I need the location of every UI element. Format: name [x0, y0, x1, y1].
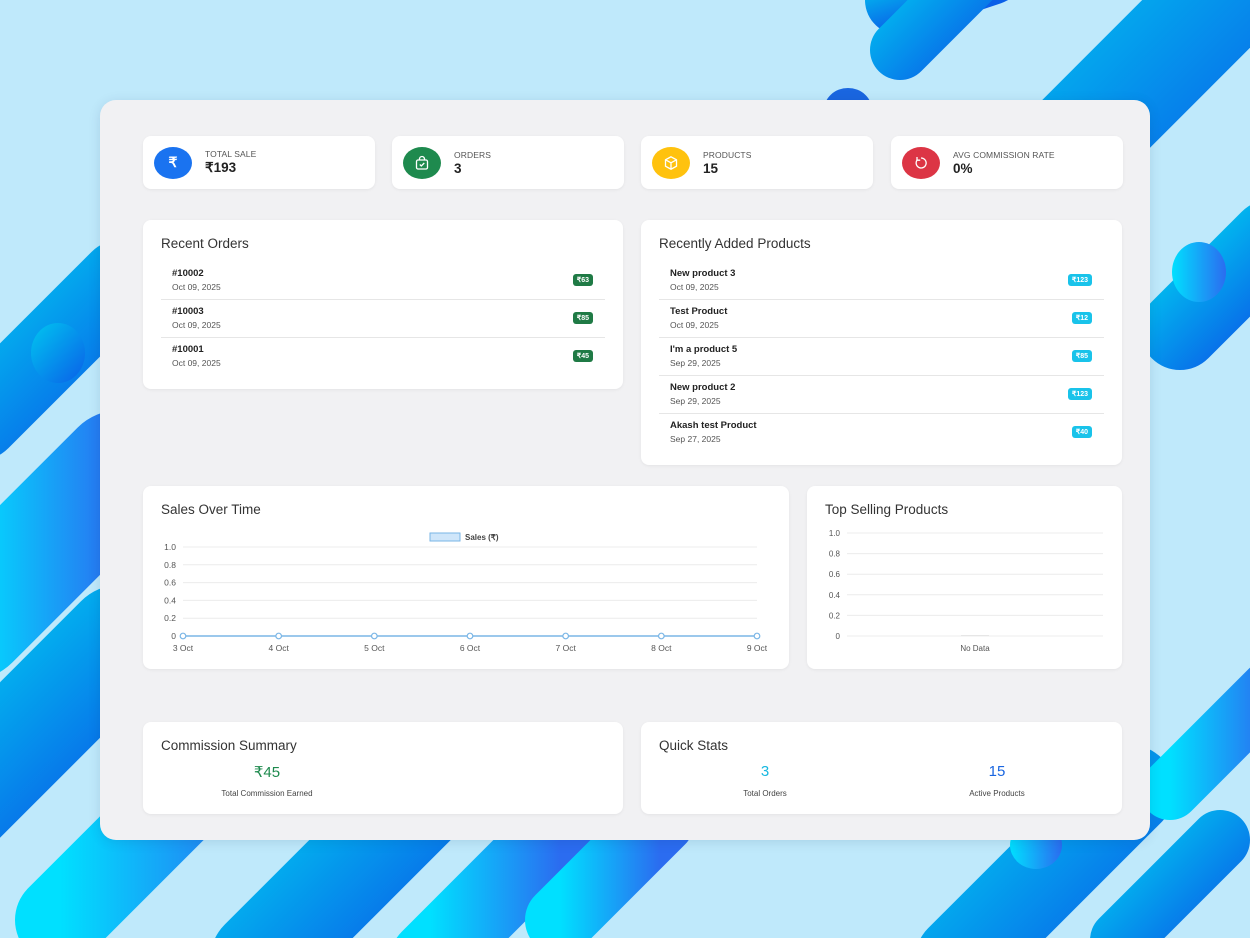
stat-card-total-sale: ₹ TOTAL SALE ₹193 [143, 136, 375, 189]
product-row[interactable]: Test Product Oct 09, 2025 ₹12 [659, 300, 1104, 338]
top-selling-card: Top Selling Products 0 0.2 0.4 0.6 0.8 1.0 No… [807, 486, 1122, 669]
y-tick-label: 0 [171, 631, 176, 641]
data-point [657, 632, 665, 640]
recent-orders-card: Recent Orders #10002 Oct 09, 2025 ₹63 #1… [143, 220, 623, 389]
card-title: Recently Added Products [659, 236, 811, 251]
rupee-icon: ₹ [154, 146, 192, 179]
x-tick-label: No Data [960, 644, 990, 653]
y-tick-label: 0 [836, 632, 841, 641]
x-tick-label: 3 Oct [173, 643, 194, 653]
refresh-icon [902, 146, 940, 179]
product-date: Sep 29, 2025 [670, 358, 721, 368]
data-point [466, 632, 474, 640]
stat-card-products: PRODUCTS 15 [641, 136, 873, 189]
product-name: New product 3 [670, 268, 736, 279]
recent-orders-list: #10002 Oct 09, 2025 ₹63 #10003 Oct 09, 2… [161, 262, 605, 376]
recent-products-card: Recently Added Products New product 3 Oc… [641, 220, 1122, 465]
total-orders-label: Total Orders [743, 789, 787, 798]
order-id: #10002 [172, 268, 204, 279]
product-price-badge: ₹123 [1067, 274, 1092, 286]
order-amount-badge: ₹45 [572, 350, 593, 362]
order-row[interactable]: #10003 Oct 09, 2025 ₹85 [161, 300, 605, 338]
x-tick-label: 4 Oct [269, 643, 290, 653]
stat-label: PRODUCTS [703, 149, 752, 160]
product-name: I'm a product 5 [670, 344, 738, 355]
order-row[interactable]: #10001 Oct 09, 2025 ₹45 [161, 338, 605, 376]
x-tick-label: 8 Oct [651, 643, 672, 653]
order-row[interactable]: #10002 Oct 09, 2025 ₹63 [161, 262, 605, 300]
product-name: New product 2 [670, 382, 736, 393]
order-date: Oct 09, 2025 [172, 320, 221, 330]
y-tick-label: 0.2 [829, 611, 841, 620]
product-row[interactable]: I'm a product 5 Sep 29, 2025 ₹85 [659, 338, 1104, 376]
data-point [370, 632, 378, 640]
data-point [275, 632, 283, 640]
stat-value: 15 [703, 160, 719, 176]
stat-label: TOTAL SALE [205, 149, 257, 159]
order-id: #10001 [172, 344, 204, 355]
stat-value: 0% [953, 160, 973, 176]
card-title: Recent Orders [161, 236, 249, 251]
product-price-badge: ₹12 [1071, 312, 1092, 324]
y-tick-label: 0.2 [164, 613, 176, 623]
y-tick-label: 0.8 [164, 560, 176, 570]
data-point [753, 632, 761, 640]
bar [961, 635, 989, 636]
y-tick-label: 0.8 [829, 550, 841, 559]
product-price-badge: ₹40 [1071, 426, 1092, 438]
quick-stats-card: Quick Stats 3 Total Orders 15 Active Pro… [641, 722, 1122, 814]
legend-swatch [429, 532, 461, 542]
card-title: Commission Summary [161, 738, 297, 753]
product-name: Akash test Product [670, 420, 757, 431]
stat-label: ORDERS [454, 149, 491, 160]
commission-summary-card: Commission Summary ₹45 Total Commission … [143, 722, 623, 814]
shopping-bag-icon [403, 146, 441, 179]
y-tick-label: 0.6 [829, 570, 841, 579]
stat-value: 3 [454, 160, 462, 176]
product-date: Oct 09, 2025 [670, 320, 719, 330]
active-products-label: Active Products [969, 789, 1025, 798]
product-date: Oct 09, 2025 [670, 282, 719, 292]
y-tick-label: 0.4 [164, 595, 176, 605]
product-row[interactable]: Akash test Product Sep 27, 2025 ₹40 [659, 414, 1104, 452]
order-id: #10003 [172, 306, 204, 317]
x-tick-label: 5 Oct [364, 643, 385, 653]
y-tick-label: 0.4 [829, 591, 841, 600]
product-price-badge: ₹85 [1071, 350, 1092, 362]
x-tick-label: 9 Oct [747, 643, 768, 653]
stat-value: ₹193 [205, 160, 237, 175]
dashboard-panel: ₹ TOTAL SALE ₹193 ORDERS 3 PRODUCTS 15 A… [100, 100, 1150, 840]
card-title: Quick Stats [659, 738, 729, 753]
product-date: Sep 27, 2025 [670, 434, 721, 444]
x-tick-label: 7 Oct [556, 643, 577, 653]
order-date: Oct 09, 2025 [172, 358, 221, 368]
data-point [179, 632, 187, 640]
data-point [562, 632, 570, 640]
y-tick-label: 1.0 [164, 542, 176, 552]
y-tick-label: 0.6 [164, 578, 176, 588]
product-date: Sep 29, 2025 [670, 396, 721, 406]
product-row[interactable]: New product 2 Sep 29, 2025 ₹123 [659, 376, 1104, 414]
order-amount-badge: ₹63 [572, 274, 593, 286]
commission-value: ₹45 [253, 764, 281, 781]
product-row[interactable]: New product 3 Oct 09, 2025 ₹123 [659, 262, 1104, 300]
sales-chart-card: Sales Over Time 0 0.2 0.4 0.6 0.8 1.0 3 Oct 4 … [143, 486, 789, 669]
total-orders-value: 3 [760, 763, 770, 780]
recent-products-list: New product 3 Oct 09, 2025 ₹123 Test Pro… [659, 262, 1104, 452]
order-date: Oct 09, 2025 [172, 282, 221, 292]
order-amount-badge: ₹85 [572, 312, 593, 324]
active-products-value: 15 [988, 763, 1006, 780]
sales-line-chart: 0 0.2 0.4 0.6 0.8 1.0 3 Oct 4 Oct 5 Oct 6 Oct 7 O… [164, 532, 768, 653]
stat-card-avg-commission: AVG COMMISSION RATE 0% [891, 136, 1123, 189]
commission-label: Total Commission Earned [221, 789, 313, 798]
stat-card-orders: ORDERS 3 [392, 136, 624, 189]
x-tick-label: 6 Oct [460, 643, 481, 653]
box-icon [652, 146, 690, 179]
product-name: Test Product [670, 306, 728, 317]
legend-label: Sales (₹) [465, 533, 499, 542]
stat-label: AVG COMMISSION RATE [953, 149, 1055, 160]
product-price-badge: ₹123 [1067, 388, 1092, 400]
top-selling-bar-chart: 0 0.2 0.4 0.6 0.8 1.0 No Data [829, 529, 1103, 653]
y-tick-label: 1.0 [829, 529, 841, 538]
